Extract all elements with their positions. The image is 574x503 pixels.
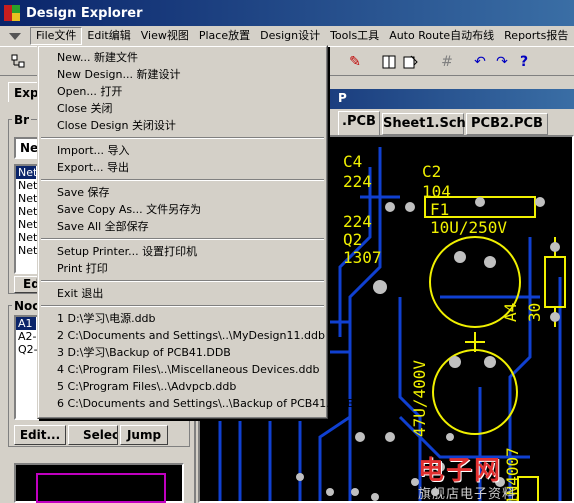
select-button[interactable]: Select bbox=[68, 425, 118, 445]
menu-item-recent-1[interactable]: 1 D:\学习\电源.ddb bbox=[39, 310, 326, 327]
silk-label: C2 bbox=[422, 162, 441, 181]
silk-label: 10U/250V bbox=[430, 218, 507, 237]
tab-pcb2[interactable]: PCB2.PCB bbox=[466, 113, 548, 135]
undo-icon[interactable]: ↶ bbox=[471, 53, 489, 71]
menu-separator bbox=[39, 176, 326, 184]
jump-button[interactable]: Jump bbox=[120, 425, 168, 445]
menubar: File文件 Edit编辑 View视图 Place放置 Design设计 To… bbox=[0, 26, 574, 46]
menu-item-new-design[interactable]: New Design... 新建设计 bbox=[39, 66, 326, 83]
silk-label: C4 bbox=[343, 152, 362, 171]
menu-item-save-all[interactable]: Save All 全部保存 bbox=[39, 218, 326, 235]
menu-view[interactable]: View视图 bbox=[136, 27, 194, 45]
menu-item-close-design[interactable]: Close Design 关闭设计 bbox=[39, 117, 326, 134]
menu-design[interactable]: Design设计 bbox=[255, 27, 325, 45]
list-item[interactable]: Net bbox=[16, 166, 36, 179]
redo-icon[interactable]: ↷ bbox=[493, 53, 511, 71]
menu-item-save-copy-as[interactable]: Save Copy As... 文件另存为 bbox=[39, 201, 326, 218]
watermark: 电子网 旗舰店电子资料 bbox=[418, 448, 574, 503]
menu-item-print[interactable]: Print 打印 bbox=[39, 260, 326, 277]
silk-label: 1307 bbox=[343, 248, 382, 267]
file-menu-dropdown: New... 新建文件 New Design... 新建设计 Open... 打… bbox=[37, 45, 354, 419]
document-title: P bbox=[338, 91, 347, 105]
window-title: Design Explorer bbox=[26, 5, 143, 21]
list-item[interactable]: A1 bbox=[16, 317, 36, 330]
silk-label: Q2 bbox=[343, 230, 362, 249]
menu-file[interactable]: File文件 bbox=[30, 27, 83, 45]
menu-separator bbox=[39, 302, 326, 310]
menu-item-open[interactable]: Open... 打开 bbox=[39, 83, 326, 100]
menu-item-exit[interactable]: Exit 退出 bbox=[39, 285, 326, 302]
menu-separator bbox=[39, 277, 326, 285]
menu-separator bbox=[39, 134, 326, 142]
edit-button[interactable]: Edit... bbox=[14, 425, 66, 445]
grid-icon[interactable]: # bbox=[438, 53, 456, 71]
menu-tools[interactable]: Tools工具 bbox=[325, 27, 384, 45]
browse-group-title: Br bbox=[12, 113, 32, 127]
watermark-main: 电子网 bbox=[418, 456, 503, 486]
mini-viewer[interactable] bbox=[14, 463, 184, 503]
menu-auto-route[interactable]: Auto Route自动布线 bbox=[384, 27, 499, 45]
silk-label: 104 bbox=[422, 182, 451, 201]
watermark-sub: 旗舰店电子资料 bbox=[418, 487, 517, 502]
silk-label: F1 bbox=[430, 200, 449, 219]
pencil-icon[interactable]: ✎ bbox=[346, 53, 364, 71]
menu-item-import[interactable]: Import... 导入 bbox=[39, 142, 326, 159]
menu-item-recent-3[interactable]: 3 D:\学习\Backup of PCB41.DDB bbox=[39, 344, 326, 361]
help-icon[interactable]: ? bbox=[515, 53, 533, 71]
window-titlebar: Design Explorer bbox=[0, 0, 574, 26]
silk-label: A4 bbox=[501, 303, 520, 322]
library-icon[interactable] bbox=[402, 53, 420, 71]
menu-item-recent-4[interactable]: 4 C:\Program Files\..\Miscellaneous Devi… bbox=[39, 361, 326, 378]
menu-separator bbox=[39, 235, 326, 243]
system-menu-button[interactable] bbox=[0, 27, 30, 45]
menu-reports[interactable]: Reports报告 bbox=[499, 27, 573, 45]
menu-place[interactable]: Place放置 bbox=[194, 27, 255, 45]
menu-edit[interactable]: Edit编辑 bbox=[82, 27, 135, 45]
menu-item-recent-6[interactable]: 6 C:\Documents and Settings\..\Backup of… bbox=[39, 395, 354, 412]
menu-item-setup-printer[interactable]: Setup Printer... 设置打印机 bbox=[39, 243, 326, 260]
component-tree-icon[interactable] bbox=[10, 53, 28, 71]
tab-pcb[interactable]: .PCB bbox=[338, 111, 380, 135]
app-icon bbox=[4, 5, 20, 21]
silk-label: 30 bbox=[525, 303, 544, 322]
menu-item-new[interactable]: New... 新建文件 bbox=[39, 49, 326, 66]
book-icon[interactable] bbox=[380, 53, 398, 71]
silk-label: 224 bbox=[343, 212, 372, 231]
silk-label: 224 bbox=[343, 172, 372, 191]
menu-item-save[interactable]: Save 保存 bbox=[39, 184, 326, 201]
menu-item-recent-5[interactable]: 5 C:\Program Files\..\Advpcb.ddb bbox=[39, 378, 326, 395]
menu-item-export[interactable]: Export... 导出 bbox=[39, 159, 326, 176]
tab-sheet1-sch[interactable]: Sheet1.Sch bbox=[382, 113, 466, 135]
menu-item-close[interactable]: Close 关闭 bbox=[39, 100, 326, 117]
silk-label: 47U/400V bbox=[410, 360, 429, 437]
menu-item-recent-2[interactable]: 2 C:\Documents and Settings\..\MyDesign1… bbox=[39, 327, 326, 344]
